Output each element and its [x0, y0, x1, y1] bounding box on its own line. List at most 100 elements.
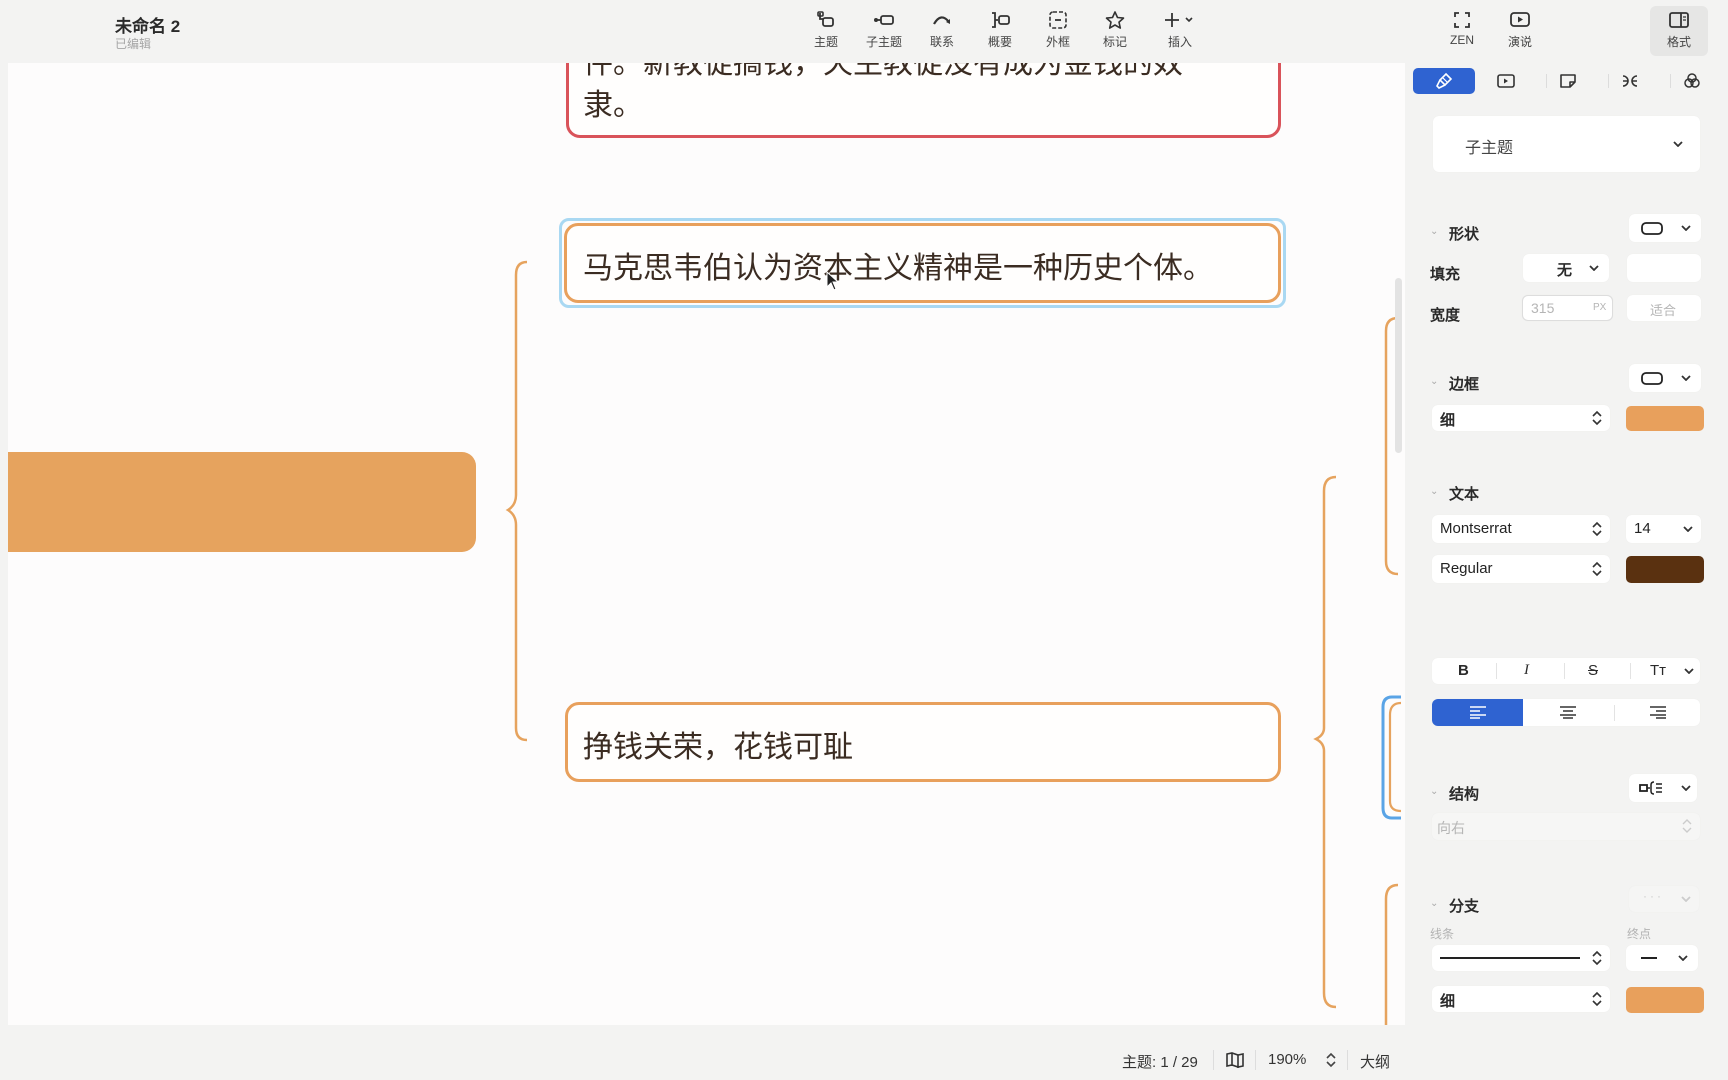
- divider: [1213, 1050, 1214, 1070]
- branch-weight-value: 细: [1440, 993, 1456, 1010]
- pitch-label: 演说: [1507, 35, 1532, 49]
- fit-label: 适合: [1650, 303, 1677, 318]
- status-bar: 主题: 1 / 29 190% 大纲: [0, 1040, 1405, 1080]
- tab-note[interactable]: [1537, 68, 1599, 94]
- strikethrough-button[interactable]: S: [1588, 662, 1598, 679]
- subtopic-label: 子主题: [865, 35, 902, 49]
- branch-line-label: 线条: [1430, 927, 1455, 941]
- outline-button[interactable]: 大纲: [1360, 1051, 1390, 1072]
- star-icon: [1105, 11, 1125, 29]
- play-icon: [1497, 74, 1515, 88]
- topic-node-bottom[interactable]: 挣钱关荣，花钱可耻: [565, 702, 1281, 782]
- branch-style-dots: ···: [1643, 889, 1664, 903]
- collapse-caret-icon[interactable]: ⌄: [1430, 226, 1438, 237]
- relationship-button[interactable]: 联系: [914, 10, 970, 50]
- boundary-icon: [1049, 11, 1067, 29]
- font-size-select[interactable]: 14: [1626, 515, 1701, 543]
- tab-theme[interactable]: [1661, 68, 1723, 94]
- chevron-down-icon: [1673, 141, 1683, 147]
- stepper-icon: [1592, 950, 1602, 966]
- structure-direction-select[interactable]: 向右: [1432, 813, 1700, 840]
- collapse-caret-icon[interactable]: ⌄: [1430, 376, 1438, 387]
- structure-select[interactable]: [1629, 774, 1697, 802]
- play-icon: [1510, 12, 1530, 27]
- topic-type-select[interactable]: 子主题: [1433, 116, 1700, 172]
- collapse-caret-icon[interactable]: ⌄: [1430, 786, 1438, 797]
- border-weight-value: 细: [1440, 412, 1456, 429]
- zoom-level[interactable]: 190%: [1268, 1051, 1306, 1068]
- fit-button[interactable]: 适合: [1627, 295, 1701, 321]
- topic-icon: [817, 11, 834, 27]
- shape-select[interactable]: [1629, 214, 1701, 242]
- topic-node-top[interactable]: 件。新教徒搞钱，天主教徒没有成为金钱的奴 隶。: [566, 63, 1281, 138]
- zen-icon: [1454, 12, 1470, 28]
- align-right-button[interactable]: [1615, 699, 1700, 726]
- mindmap-app: 未命名 2 已编辑 主题 子主题 联系 概要 外框 标记 插入 ZEN 演说 格…: [0, 0, 1728, 1080]
- subtopic-button[interactable]: 子主题: [856, 10, 912, 50]
- stepper-icon: [1682, 819, 1692, 833]
- vertical-scrollbar[interactable]: [1395, 278, 1402, 453]
- branch-bracket-3: [1384, 883, 1399, 1025]
- font-weight-select[interactable]: Regular: [1432, 555, 1610, 583]
- zen-button[interactable]: ZEN: [1434, 10, 1490, 47]
- fill-color-swatch[interactable]: [1627, 254, 1701, 282]
- topic-button[interactable]: 主题: [798, 10, 854, 50]
- font-weight-value: Regular: [1440, 560, 1493, 577]
- topic-node-selected-text[interactable]: 马克思韦伯认为资本主义精神是一种历史个体。: [583, 243, 1213, 287]
- tab-style[interactable]: [1413, 68, 1475, 94]
- chevron-down-icon[interactable]: [1684, 668, 1694, 674]
- text-color-swatch[interactable]: [1626, 556, 1704, 583]
- collapse-caret-icon[interactable]: ⌄: [1430, 898, 1438, 909]
- topic-node-bottom-text: 挣钱关荣，花钱可耻: [583, 730, 853, 765]
- summary-button[interactable]: 概要: [972, 10, 1028, 50]
- sticky-note-icon: [1560, 74, 1576, 88]
- structure-direction-value: 向右: [1437, 820, 1465, 836]
- rounded-rect-shape-icon: [1641, 222, 1663, 235]
- branch-color-swatch[interactable]: [1626, 987, 1704, 1013]
- map-book-icon[interactable]: [1225, 1051, 1245, 1069]
- border-color-swatch[interactable]: [1626, 406, 1704, 431]
- tab-map-structure[interactable]: [1599, 68, 1661, 94]
- fill-select[interactable]: 无: [1523, 254, 1609, 282]
- pitch-button[interactable]: 演说: [1492, 10, 1548, 50]
- branch-style-select[interactable]: ···: [1629, 886, 1699, 912]
- zoom-stepper-icon[interactable]: [1325, 1051, 1337, 1069]
- fill-value: 无: [1557, 262, 1573, 279]
- chevron-down-icon: [1681, 225, 1691, 231]
- width-input[interactable]: 315 PX: [1522, 295, 1613, 321]
- chevron-down-icon: [1589, 265, 1599, 271]
- document-title[interactable]: 未命名 2: [115, 12, 180, 37]
- shape-section-title: 形状: [1449, 226, 1480, 243]
- tab-pitch[interactable]: [1475, 68, 1537, 94]
- format-panel-label: 格式: [1666, 35, 1691, 49]
- width-label: 宽度: [1430, 307, 1461, 324]
- insert-button[interactable]: 插入: [1150, 10, 1210, 50]
- plus-icon: [1165, 13, 1193, 27]
- toolbar: 未命名 2 已编辑 主题 子主题 联系 概要 外框 标记 插入 ZEN 演说 格…: [0, 0, 1728, 63]
- branch-line-select[interactable]: [1432, 945, 1610, 971]
- format-panel-button[interactable]: 格式: [1650, 6, 1708, 56]
- branch-end-select[interactable]: [1626, 945, 1698, 971]
- collapse-caret-icon[interactable]: ⌄: [1430, 486, 1438, 497]
- align-left-button[interactable]: [1432, 699, 1523, 726]
- brush-icon: [1436, 72, 1453, 89]
- align-center-button[interactable]: [1523, 699, 1614, 726]
- branch-end-label: 终点: [1627, 927, 1652, 941]
- text-style-buttons: B I S Tт: [1432, 658, 1700, 684]
- branch-weight-select[interactable]: 细: [1432, 986, 1610, 1012]
- bold-button[interactable]: B: [1458, 662, 1469, 679]
- boundary-button[interactable]: 外框: [1030, 10, 1086, 50]
- text-case-button[interactable]: Tт: [1650, 662, 1666, 679]
- italic-button[interactable]: I: [1524, 662, 1529, 679]
- branch-bracket-2: [1388, 701, 1402, 813]
- mindmap-canvas[interactable]: 件。新教徒搞钱，天主教徒没有成为金钱的奴 隶。 马克思韦伯认为资本主义精神是一种…: [8, 63, 1405, 1025]
- parent-topic-node[interactable]: [8, 452, 476, 552]
- font-family-select[interactable]: Montserrat: [1432, 515, 1610, 543]
- topic-node-top-line1: 件。新教徒搞钱，天主教徒没有成为金钱的奴: [583, 63, 1183, 81]
- border-weight-select[interactable]: 细: [1432, 405, 1610, 431]
- mouse-cursor-icon: [826, 271, 840, 291]
- marker-button[interactable]: 标记: [1087, 10, 1143, 50]
- border-shape-select[interactable]: [1629, 364, 1701, 392]
- divider: [1496, 663, 1497, 679]
- topic-node-selected[interactable]: 马克思韦伯认为资本主义精神是一种历史个体。: [564, 223, 1281, 303]
